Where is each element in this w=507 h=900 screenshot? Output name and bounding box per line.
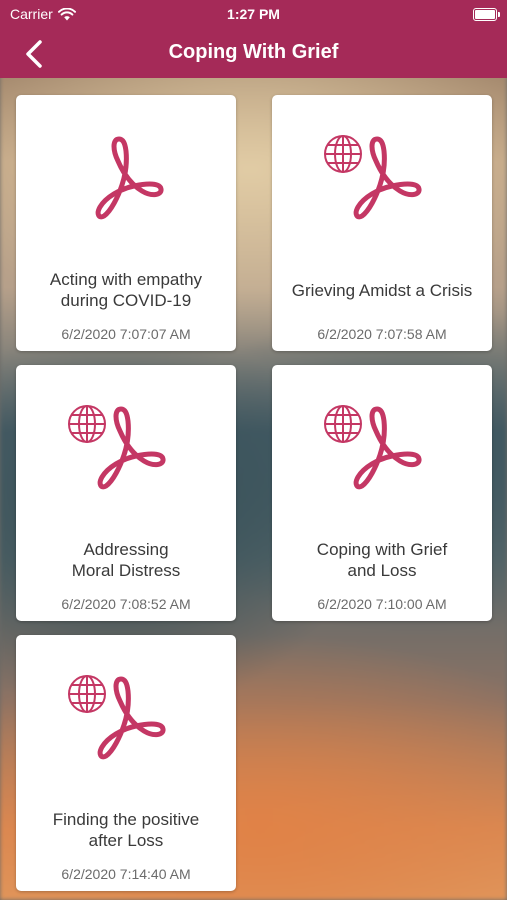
document-date: 6/2/2020 7:07:07 AM — [61, 326, 191, 342]
document-title: Addressing Moral Distress — [71, 540, 181, 580]
document-title: Grieving Amidst a Crisis — [291, 280, 473, 300]
battery-icon — [473, 8, 500, 21]
document-card[interactable]: Acting with empathy during COVID-19 6/2/2… — [16, 95, 236, 351]
pdf-icon — [344, 401, 424, 491]
status-time: 1:27 PM — [227, 6, 280, 22]
pdf-icon — [86, 131, 166, 221]
document-title: Coping with Grief and Loss — [316, 540, 448, 580]
document-date: 6/2/2020 7:10:00 AM — [317, 596, 447, 612]
document-date: 6/2/2020 7:07:58 AM — [317, 326, 447, 342]
document-card[interactable]: Finding the positive after Loss 6/2/2020 … — [16, 635, 236, 891]
document-card[interactable]: Grieving Amidst a Crisis 6/2/2020 7:07:58… — [272, 95, 492, 351]
document-date: 6/2/2020 7:14:40 AM — [61, 866, 191, 882]
status-bar: Carrier 1:27 PM — [0, 0, 507, 30]
pdf-icon — [88, 671, 168, 761]
pdf-icon — [344, 131, 424, 221]
document-card[interactable]: Coping with Grief and Loss 6/2/2020 7:10:… — [272, 365, 492, 621]
document-title: Finding the positive after Loss — [52, 810, 200, 850]
page-title: Coping With Grief — [168, 41, 339, 63]
pdf-icon — [88, 401, 168, 491]
document-card[interactable]: Addressing Moral Distress 6/2/2020 7:08:5… — [16, 365, 236, 621]
navigation-bar: Coping With Grief — [0, 30, 507, 78]
document-title: Acting with empathy during COVID-19 — [49, 270, 203, 310]
document-date: 6/2/2020 7:08:52 AM — [61, 596, 191, 612]
